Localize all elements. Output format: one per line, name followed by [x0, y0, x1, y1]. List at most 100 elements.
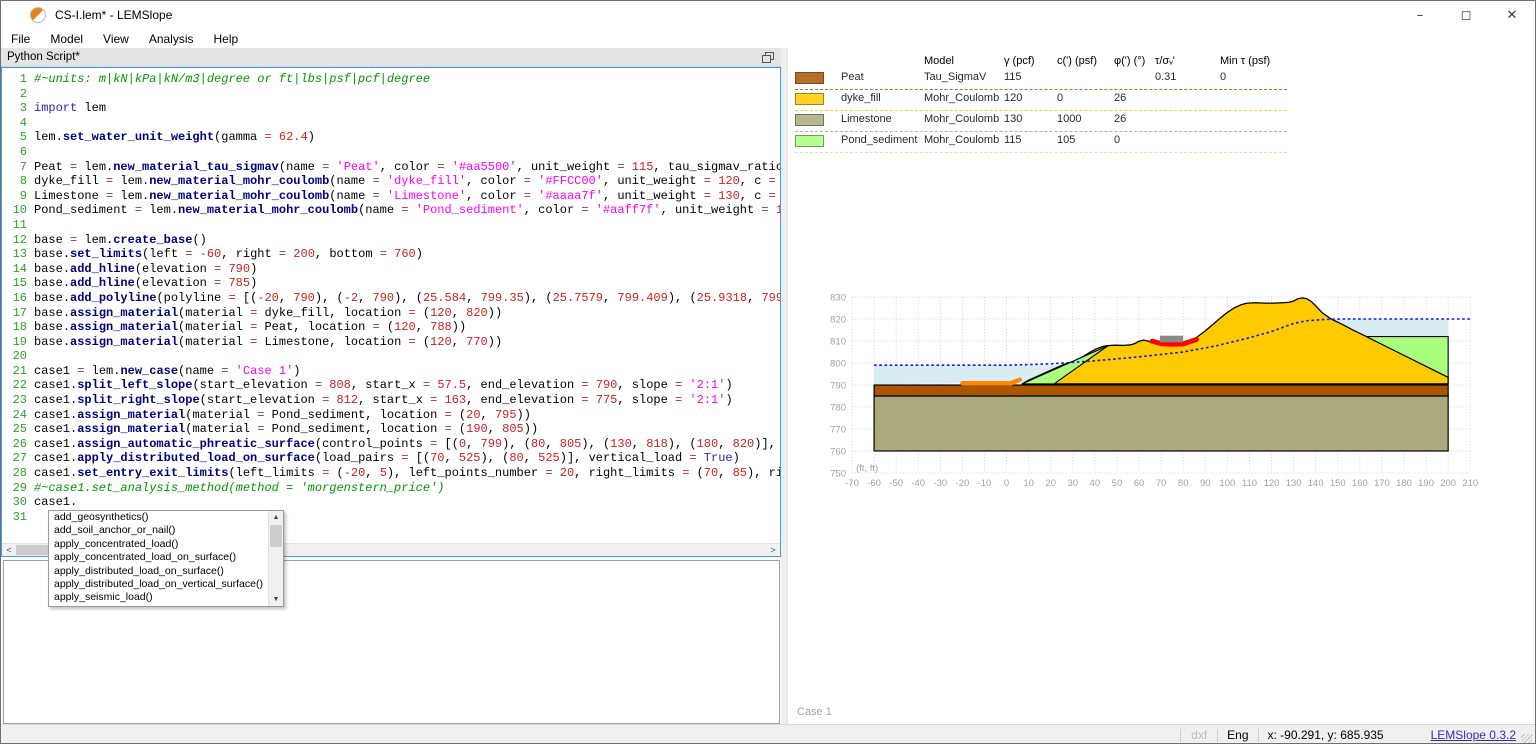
x-tick-label: -30 [933, 478, 947, 489]
scroll-left-arrow-icon[interactable]: < [2, 544, 16, 556]
code-line[interactable]: 9Limestone = lem.new_material_mohr_coulo… [2, 189, 780, 204]
python-script-editor[interactable]: 1#~units: m|kN|kPa|kN/m3|degree or ft|lb… [1, 67, 781, 557]
menu-item-help[interactable]: Help [204, 32, 249, 46]
code-line[interactable]: 8dyke_fill = lem.new_material_mohr_coulo… [2, 174, 780, 189]
menu-item-view[interactable]: View [93, 32, 139, 46]
x-tick-label: 120 [1264, 478, 1280, 489]
material-row-pond_sediment: Pond_sedimentMohr_Coulomb1151050 [795, 132, 1287, 153]
line-number: 5 [2, 130, 27, 145]
scroll-right-arrow-icon[interactable]: > [766, 544, 780, 556]
material-color-swatch [795, 72, 824, 84]
column-header: γ (pcf) [1004, 55, 1035, 67]
code-line[interactable]: 18base.assign_material(material = Peat, … [2, 320, 780, 335]
autocomplete-item[interactable]: apply_distributed_load_on_vertical_surfa… [49, 578, 268, 591]
autocomplete-popup: add_geosynthetics()add_soil_anchor_or_na… [48, 510, 284, 607]
limestone-layer [874, 396, 1448, 451]
code-line[interactable]: 14base.add_hline(elevation = 790) [2, 262, 780, 277]
menu-item-file[interactable]: File [1, 32, 40, 46]
code-line[interactable]: 11 [2, 218, 780, 233]
code-line[interactable]: 26case1.assign_automatic_phreatic_surfac… [2, 437, 780, 452]
material-cell: 115 [1004, 71, 1022, 83]
code-line[interactable]: 25case1.assign_material(material = Pond_… [2, 422, 780, 437]
line-number: 30 [2, 495, 27, 510]
code-line[interactable]: 21case1 = lem.new_case(name = 'Case 1') [2, 364, 780, 379]
float-panel-button[interactable] [762, 52, 774, 63]
code-line[interactable]: 19base.assign_material(material = Limest… [2, 335, 780, 350]
resize-grip[interactable] [1521, 734, 1532, 744]
y-tick-label: 790 [830, 381, 846, 392]
scroll-down-arrow-icon[interactable]: ▼ [269, 593, 283, 606]
line-number: 1 [2, 72, 27, 87]
material-cell: 105 [1057, 134, 1075, 146]
code-line[interactable]: 22case1.split_left_slope(start_elevation… [2, 378, 780, 393]
code-area[interactable]: 1#~units: m|kN|kPa|kN/m3|degree or ft|lb… [2, 72, 780, 543]
code-line[interactable]: 7Peat = lem.new_material_tau_sigmav(name… [2, 160, 780, 175]
status-cursor-coordinates: x: -90.291, y: 685.935 [1259, 728, 1393, 742]
x-tick-label: 170 [1374, 478, 1390, 489]
material-cell: 26 [1114, 113, 1126, 125]
close-button[interactable]: ✕ [1489, 1, 1535, 29]
python-script-panel-header: Python Script* [1, 48, 781, 67]
code-line[interactable]: 24case1.assign_material(material = Pond_… [2, 408, 780, 423]
code-line[interactable]: 27case1.apply_distributed_load_on_surfac… [2, 451, 780, 466]
code-line[interactable]: 2 [2, 87, 780, 102]
code-line[interactable]: 17base.assign_material(material = dyke_f… [2, 306, 780, 321]
line-number: 9 [2, 189, 27, 204]
x-tick-label: -20 [956, 478, 970, 489]
material-cell: 115 [1004, 134, 1022, 146]
x-tick-label: 200 [1440, 478, 1456, 489]
code-line[interactable]: 1#~units: m|kN|kPa|kN/m3|degree or ft|lb… [2, 72, 780, 87]
x-tick-label: 70 [1156, 478, 1167, 489]
autocomplete-item[interactable]: apply_distributed_load_on_surface() [49, 565, 268, 578]
code-line[interactable]: 16base.add_polyline(polyline = [(-20, 79… [2, 291, 780, 306]
material-cell: 130 [1004, 113, 1022, 125]
minimize-button[interactable]: – [1397, 1, 1443, 29]
line-number: 27 [2, 451, 27, 466]
autocomplete-scrollbar[interactable]: ▲ ▼ [268, 511, 283, 606]
code-line[interactable]: 23case1.split_right_slope(start_elevatio… [2, 393, 780, 408]
scroll-up-arrow-icon[interactable]: ▲ [269, 511, 283, 524]
x-tick-label: 190 [1418, 478, 1434, 489]
code-line[interactable]: 10Pond_sediment = lem.new_material_mohr_… [2, 203, 780, 218]
code-line[interactable]: 13base.set_limits(left = -60, right = 20… [2, 247, 780, 262]
line-number: 24 [2, 408, 27, 423]
maximize-button[interactable]: ◻ [1443, 1, 1489, 29]
line-number: 7 [2, 160, 27, 175]
autocomplete-scroll-thumb[interactable] [270, 525, 282, 547]
autocomplete-item[interactable]: apply_concentrated_load_on_surface() [49, 551, 268, 564]
material-cell: Mohr_Coulomb [924, 134, 999, 146]
distributed-load-marker [1160, 336, 1183, 343]
y-tick-label: 760 [830, 447, 846, 458]
line-number: 23 [2, 393, 27, 408]
code-line[interactable]: 28case1.set_entry_exit_limits(left_limit… [2, 466, 780, 481]
code-line[interactable]: 6 [2, 145, 780, 160]
code-line[interactable]: 15base.add_hline(elevation = 785) [2, 276, 780, 291]
autocomplete-item[interactable]: apply_concentrated_load() [49, 538, 268, 551]
menu-item-analysis[interactable]: Analysis [139, 32, 204, 46]
code-line[interactable]: 4 [2, 116, 780, 131]
column-header: Min τ (psf) [1220, 55, 1270, 67]
x-tick-label: 90 [1200, 478, 1211, 489]
code-line[interactable]: 29#~case1.set_analysis_method(method = '… [2, 481, 780, 496]
autocomplete-item[interactable]: apply_seismic_load() [49, 591, 268, 604]
code-line[interactable]: 12base = lem.create_base() [2, 233, 780, 248]
line-number: 26 [2, 437, 27, 452]
materials-table: Modelγ (pcf)c(') (psf)φ(') (°)τ/σᵥ'Min τ… [795, 53, 1287, 153]
axis-unit-label: (ft, ft) [856, 463, 878, 474]
code-line[interactable]: 20 [2, 349, 780, 364]
autocomplete-item[interactable]: add_geosynthetics() [49, 511, 268, 524]
line-number: 14 [2, 262, 27, 277]
code-line[interactable]: 30case1. [2, 495, 780, 510]
x-tick-label: 0 [1004, 478, 1009, 489]
line-number: 25 [2, 422, 27, 437]
code-line[interactable]: 3import lem [2, 101, 780, 116]
code-line[interactable]: 5lem.set_water_unit_weight(gamma = 62.4) [2, 130, 780, 145]
y-tick-label: 770 [830, 425, 846, 436]
line-number: 10 [2, 203, 27, 218]
version-link[interactable]: LEMSlope 0.3.2 [1431, 728, 1521, 742]
autocomplete-item[interactable]: add_soil_anchor_or_nail() [49, 524, 268, 537]
cross-section-chart[interactable]: -70-60-50-40-30-20-100102030405060708090… [788, 281, 1536, 511]
app-logo-icon [30, 7, 46, 23]
menu-item-model[interactable]: Model [40, 32, 93, 46]
material-cell: Mohr_Coulomb [924, 113, 999, 125]
